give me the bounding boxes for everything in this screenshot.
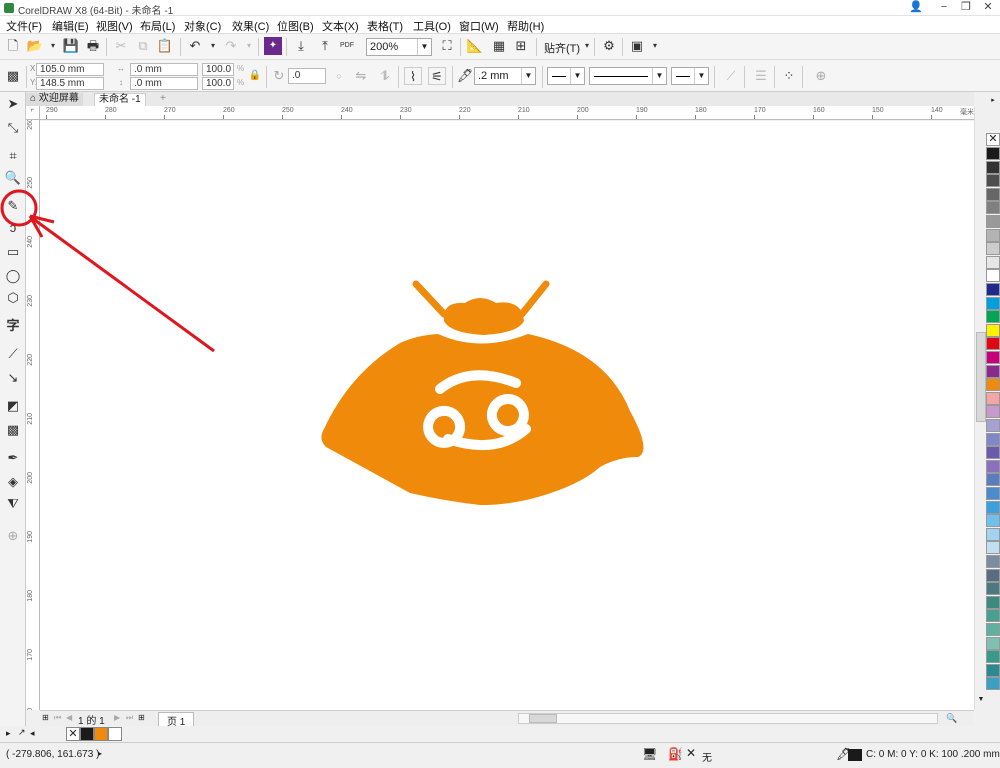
page-counter: 1 的 1 — [78, 716, 105, 727]
previous-page-icon[interactable]: ◀ — [66, 713, 72, 722]
palette-swatch[interactable] — [986, 215, 1000, 228]
palette-swatch[interactable] — [986, 187, 1000, 201]
no-color-swatch[interactable]: ✕ — [986, 133, 1000, 146]
palette-swatch[interactable] — [986, 568, 1000, 582]
palette-swatch[interactable] — [986, 337, 1000, 351]
palette-swatch[interactable] — [986, 310, 1000, 324]
document-palette: ▸ ↗ ◂ ✕ — [0, 726, 1000, 742]
palette-swatch[interactable] — [986, 595, 1000, 609]
palette-menu-icon[interactable]: ▸ — [6, 728, 11, 739]
black-swatch[interactable] — [80, 727, 94, 741]
fill-status: 无 — [702, 753, 712, 764]
add-page-before-icon[interactable]: ⊞ — [42, 713, 49, 722]
palette-swatch[interactable] — [986, 323, 1000, 337]
vertical-scrollbar[interactable]: ▼ — [974, 106, 986, 710]
palette-swatch[interactable] — [986, 514, 1000, 528]
orange-swatch[interactable] — [94, 727, 108, 741]
palette-scroll-left-icon[interactable]: ▸ — [986, 96, 1000, 108]
annotation-arrow-line — [31, 216, 215, 353]
status-bar: ( -279.806, 161.673 ) ▸ 🖥 ⛽ ✕ 无 🖋 C: 0 M… — [0, 742, 1000, 768]
palette-swatch[interactable] — [986, 555, 1000, 568]
palette-swatch[interactable] — [986, 500, 1000, 514]
palette-swatch[interactable] — [986, 432, 1000, 446]
vertical-scroll-thumb[interactable] — [976, 332, 986, 422]
palette-swatch[interactable] — [986, 405, 1000, 419]
palette-swatch[interactable] — [986, 609, 1000, 623]
palette-swatch[interactable] — [986, 663, 1000, 677]
fill-bucket-icon[interactable]: ⛽ — [668, 747, 683, 761]
outline-status: C: 0 M: 0 Y: 0 K: 100 .200 mm — [866, 749, 1000, 760]
palette-swatch[interactable] — [986, 283, 1000, 296]
tutorial-annotation-overlay — [0, 189, 215, 353]
color-proof-icon[interactable]: 🖥 — [642, 747, 657, 761]
no-color-swatch[interactable]: ✕ — [66, 727, 80, 741]
palette-swatch[interactable] — [986, 650, 1000, 664]
palette-swatch[interactable] — [986, 242, 1000, 256]
palette-swatch[interactable] — [986, 296, 1000, 310]
palette-swatch[interactable] — [986, 541, 1000, 555]
palette-swatch[interactable] — [986, 636, 1000, 650]
palette-swatch[interactable] — [986, 378, 1000, 392]
last-page-icon[interactable]: ⏭ — [126, 713, 133, 723]
zoom-navigator-icon[interactable]: 🔍 — [946, 713, 957, 724]
white-swatch[interactable] — [108, 727, 122, 741]
palette-swatch[interactable] — [986, 147, 1000, 160]
no-fill-swatch-icon: ✕ — [685, 746, 697, 760]
palette-swatch[interactable] — [986, 364, 1000, 378]
page-navigator: ⊞ ⏮ ◀ 1 的 1 ▶ ⏭ ⊞ 页 1 🔍 — [40, 710, 974, 729]
palette-swatch[interactable] — [986, 228, 1000, 242]
palette-swatch[interactable] — [986, 419, 1000, 432]
cursor-coordinates: ( -279.806, 161.673 ) — [6, 749, 100, 760]
eyedropper-icon[interactable]: ↗ — [18, 727, 26, 738]
palette-swatch[interactable] — [986, 446, 1000, 460]
horizontal-scrollbar[interactable] — [518, 713, 938, 724]
horizontal-scroll-thumb[interactable] — [529, 714, 557, 723]
palette-swatch[interactable] — [986, 582, 1000, 596]
palette-swatch[interactable] — [986, 269, 1000, 283]
scroll-down-icon[interactable]: ▼ — [976, 696, 986, 706]
palette-swatch[interactable] — [986, 174, 1000, 188]
palette-options-icon[interactable]: ◂ — [30, 728, 35, 739]
first-page-icon[interactable]: ⏮ — [54, 713, 61, 723]
palette-swatch[interactable] — [986, 160, 1000, 174]
palette-swatch[interactable] — [986, 473, 1000, 487]
coordinates-menu-icon[interactable]: ▸ — [98, 749, 102, 758]
palette-swatch[interactable] — [986, 459, 1000, 473]
palette-swatch[interactable] — [986, 487, 1000, 500]
color-palette: ✕ — [986, 133, 1000, 703]
next-page-icon[interactable]: ▶ — [114, 713, 120, 722]
palette-swatch[interactable] — [986, 351, 1000, 364]
palette-swatch[interactable] — [986, 623, 1000, 636]
palette-swatch[interactable] — [986, 201, 1000, 215]
palette-swatch[interactable] — [986, 255, 1000, 269]
outline-color-swatch — [848, 749, 862, 761]
add-page-after-icon[interactable]: ⊞ — [138, 713, 145, 722]
palette-swatch[interactable] — [986, 527, 1000, 541]
palette-swatch[interactable] — [986, 391, 1000, 405]
palette-swatch[interactable] — [986, 677, 1000, 691]
